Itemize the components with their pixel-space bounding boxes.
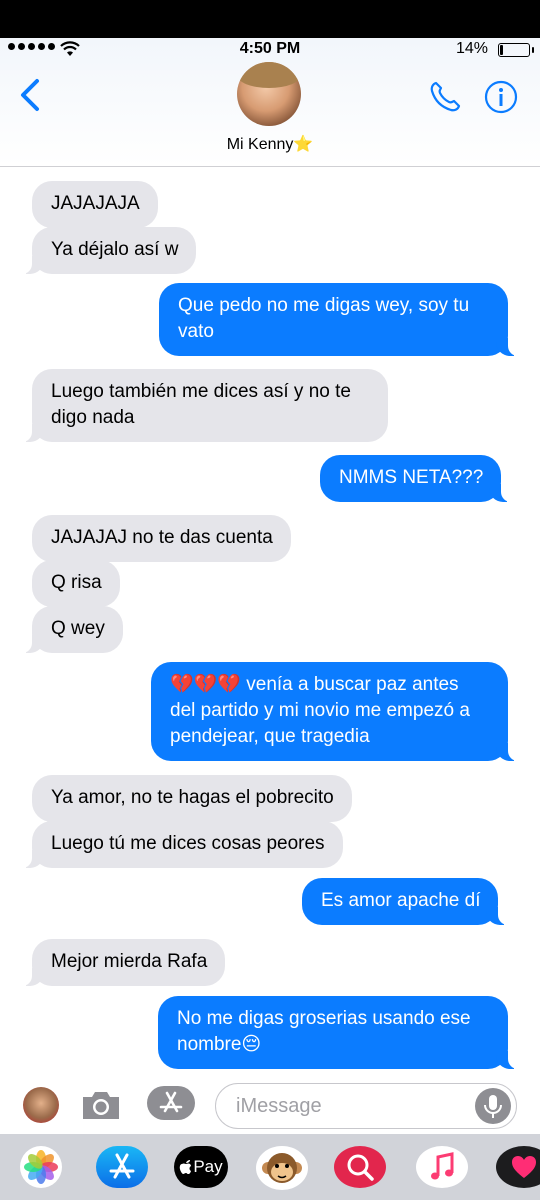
contact-name[interactable]: Mi Kenny⭐️ [0,134,540,154]
message-text: 💔💔💔 venía a buscar paz antes [170,674,459,695]
message-text: vato [178,321,214,342]
incoming-message[interactable]: Q risa [32,560,120,607]
message-text: del partido y mi novio me empezó a [170,700,470,721]
incoming-message[interactable]: Luego también me dices así y no te digo … [21,369,388,442]
message-text: NMMS NETA??? [339,467,484,488]
animoji-icon [262,1153,302,1183]
back-chevron-icon[interactable] [18,78,42,112]
phone-icon[interactable] [428,80,462,114]
my-avatar[interactable] [23,1087,59,1123]
app-store-button[interactable] [147,1086,195,1120]
incoming-message[interactable]: Mejor mierda Rafa [20,939,226,986]
app-store-icon [159,1091,183,1113]
photos-app[interactable] [20,1146,62,1188]
outgoing-message[interactable]: 💔💔💔 venía a buscar paz antes del partido… [151,662,519,761]
message-text: Es amor apache dí [321,890,481,911]
incoming-message[interactable]: Q wey [21,606,123,653]
message-text: Q risa [51,572,102,593]
message-text: Luego tú me dices cosas peores [51,833,325,854]
message-text: No me digas groserias usando ese [177,1008,471,1029]
message-text: digo nada [51,407,135,428]
photos-icon [24,1150,58,1184]
message-text: JAJAJAJA [51,193,140,214]
apple-pay-app[interactable]: Pay [174,1146,228,1188]
input-placeholder: iMessage [236,1095,322,1117]
battery-percentage: 14% [455,40,488,57]
camera-icon[interactable] [80,1088,122,1122]
animoji-app[interactable] [256,1146,308,1190]
outgoing-message[interactable]: No me digas groserias usando ese nombre😔 [158,996,519,1069]
apple-pay-icon [180,1160,192,1174]
apple-pay-label: Pay [193,1157,223,1176]
incoming-message[interactable]: JAJAJAJ no te das cuenta [32,515,291,562]
info-icon[interactable] [484,80,518,114]
message-text: pendejear, que tragedia [170,726,370,747]
outgoing-message[interactable]: Que pedo no me digas wey, soy tu vato [159,283,519,356]
message-input[interactable]: iMessage [215,1083,517,1129]
outgoing-message[interactable]: NMMS NETA??? [320,455,513,502]
message-text: Que pedo no me digas wey, soy tu [178,295,470,316]
message-text: nombre😔 [177,1034,262,1055]
digital-touch-app[interactable] [496,1146,540,1188]
app-store-app[interactable] [96,1146,148,1188]
contact-avatar[interactable] [237,62,301,126]
message-text: JAJAJAJ no te das cuenta [51,527,273,548]
battery-icon [498,43,534,57]
app-store-icon [109,1153,135,1179]
incoming-message[interactable]: Ya déjalo así w [20,227,197,274]
digital-touch-icon [512,1156,536,1178]
composer-bar: iMessage [0,1076,540,1134]
search-images-app[interactable] [334,1146,386,1188]
message-text: Ya amor, no te hagas el pobrecito [51,787,334,808]
message-text: Luego también me dices así y no te [51,381,351,402]
message-text: Ya déjalo así w [51,239,179,260]
music-app[interactable] [416,1146,468,1188]
microphone-icon [484,1095,502,1118]
search-images-icon [347,1154,374,1181]
message-text: Mejor mierda Rafa [51,951,208,972]
incoming-message[interactable]: Ya amor, no te hagas el pobrecito [32,775,352,822]
microphone-button[interactable] [475,1088,511,1124]
top-black-bar [0,0,540,38]
status-bar: 4:50 PM 14% [0,38,540,62]
incoming-message[interactable]: Luego tú me dices cosas peores [21,821,343,868]
app-drawer: Pay [0,1134,540,1200]
outgoing-message[interactable]: Es amor apache dí [302,878,510,925]
conversation-header: 4:50 PM 14% Mi Kenny⭐️ [0,38,540,167]
music-icon [431,1152,454,1180]
incoming-message[interactable]: JAJAJAJA [32,181,158,228]
message-text: Q wey [51,618,105,639]
